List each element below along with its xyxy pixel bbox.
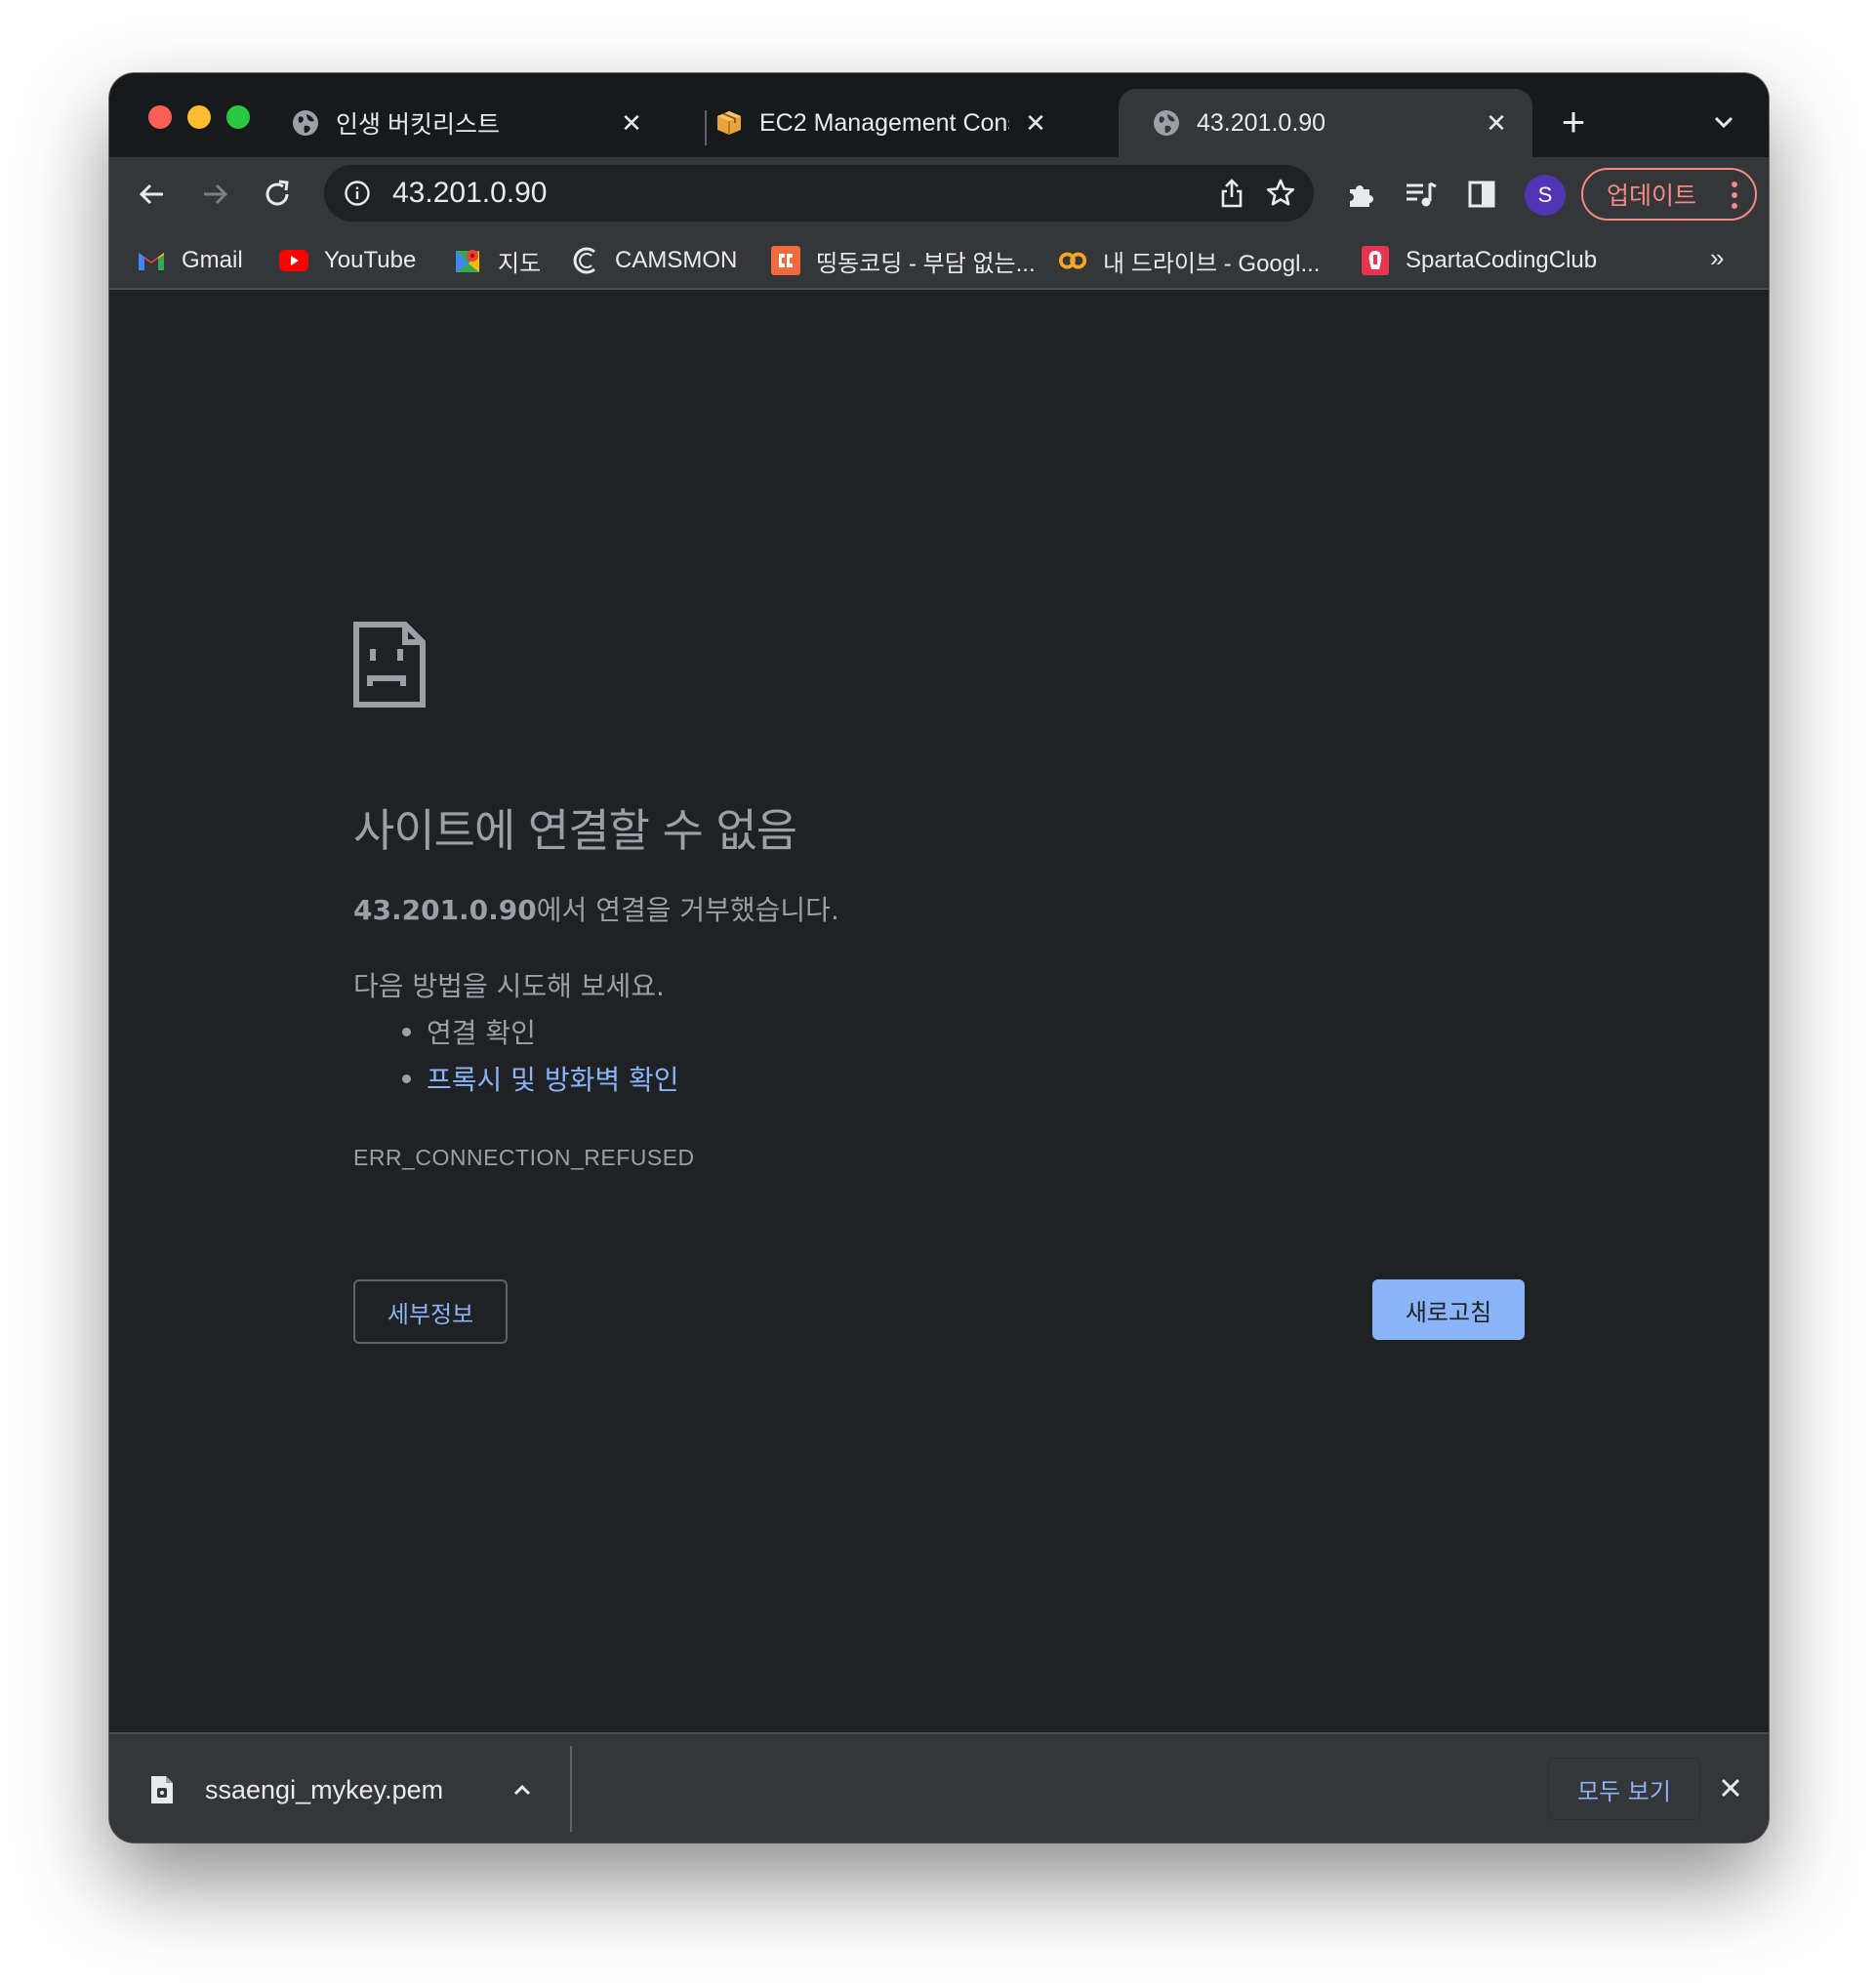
show-all-downloads-button[interactable]: 모두 보기	[1548, 1758, 1700, 1820]
globe-icon	[1152, 108, 1181, 138]
update-button[interactable]: 업데이트	[1581, 168, 1757, 221]
bookmark-label: CAMSMON	[615, 247, 738, 273]
bookmark-ddingdong[interactable]: 띵동코딩 - 부담 없는...	[771, 245, 1036, 277]
close-icon[interactable]	[1716, 1773, 1745, 1803]
error-summary-text: 에서 연결을 거부했습니다.	[536, 894, 839, 926]
camsmon-icon	[570, 246, 599, 275]
back-arrow-icon[interactable]	[133, 175, 172, 214]
minimize-window-button[interactable]	[187, 105, 211, 129]
update-label: 업데이트	[1607, 182, 1697, 210]
drive-icon	[1058, 246, 1087, 275]
ddingdong-icon	[771, 246, 800, 275]
suggestion-check-connection: 연결 확인	[402, 1012, 536, 1051]
bookmark-youtube[interactable]: YouTube	[279, 245, 416, 276]
suggestion-link-text[interactable]: 프록시 및 방화벽 확인	[427, 1059, 679, 1098]
download-file-name: ssaengi_mykey.pem	[205, 1775, 444, 1804]
suggestion-text: 연결 확인	[427, 1017, 536, 1049]
tab-title: EC2 Management Console	[759, 108, 1009, 137]
new-tab-button[interactable]: +	[1554, 101, 1593, 142]
bookmark-camsmon[interactable]: CAMSMON	[570, 245, 737, 276]
browser-window: 인생 버킷리스트 ✕ EC2 Management Console ✕ 43.2…	[109, 73, 1769, 1843]
bookmark-maps[interactable]: 지도	[453, 245, 542, 277]
close-icon[interactable]: ✕	[1019, 106, 1052, 140]
url-text: 43.201.0.90	[392, 177, 548, 209]
error-summary: 43.201.0.90에서 연결을 거부했습니다.	[353, 889, 839, 928]
bookmark-sparta[interactable]: SpartaCodingClub	[1361, 245, 1597, 276]
profile-avatar[interactable]: S	[1525, 175, 1566, 216]
gmail-icon	[137, 246, 166, 275]
tab-search-chevron-icon[interactable]	[1706, 104, 1741, 140]
reload-button[interactable]: 새로고침	[1372, 1279, 1525, 1340]
bullet	[402, 1027, 411, 1036]
suggestion-check-proxy-link[interactable]: 프록시 및 방화벽 확인	[402, 1059, 679, 1098]
bookmark-gmail[interactable]: Gmail	[137, 245, 243, 276]
sparta-icon	[1361, 246, 1390, 275]
extensions-puzzle-icon[interactable]	[1341, 175, 1380, 214]
side-panel-icon[interactable]	[1462, 175, 1501, 214]
chevron-up-icon[interactable]	[510, 1777, 535, 1803]
error-code: ERR_CONNECTION_REFUSED	[353, 1145, 695, 1170]
bookmark-drive[interactable]: 내 드라이브 - Googl...	[1058, 245, 1321, 277]
tab-title: 43.201.0.90	[1197, 108, 1326, 137]
more-vertical-icon	[1732, 182, 1737, 209]
tab-strip: 인생 버킷리스트 ✕ EC2 Management Console ✕ 43.2…	[109, 73, 1769, 157]
bookmark-star-icon[interactable]	[1261, 174, 1300, 213]
media-queue-icon[interactable]	[1402, 175, 1441, 214]
close-icon[interactable]: ✕	[615, 106, 648, 140]
suggestions-heading: 다음 방법을 시도해 보세요.	[353, 970, 665, 1002]
download-item[interactable]: ssaengi_mykey.pem	[109, 1734, 573, 1843]
aws-box-icon	[714, 108, 744, 138]
close-icon[interactable]: ✕	[1480, 106, 1513, 140]
error-host: 43.201.0.90	[353, 894, 537, 926]
fullscreen-window-button[interactable]	[226, 105, 250, 129]
close-window-button[interactable]	[148, 105, 172, 129]
bookmark-label: Gmail	[182, 247, 243, 273]
details-button[interactable]: 세부정보	[353, 1279, 508, 1344]
bookmark-label: 띵동코딩 - 부담 없는...	[816, 250, 1036, 277]
tab-ec2-console[interactable]: EC2 Management Console ✕	[681, 89, 1072, 157]
bookmark-label: 내 드라이브 - Googl...	[1103, 250, 1321, 277]
reload-icon[interactable]	[258, 175, 297, 214]
bullet	[402, 1074, 411, 1083]
tab-bucketlist[interactable]: 인생 버킷리스트 ✕	[258, 89, 668, 157]
bookmark-label: SpartaCodingClub	[1406, 247, 1598, 273]
forward-arrow-icon[interactable]	[195, 175, 234, 214]
bookmark-label: YouTube	[324, 247, 417, 273]
page-content: 사이트에 연결할 수 없음 43.201.0.90에서 연결을 거부했습니다. …	[109, 290, 1769, 1732]
sad-page-icon	[353, 622, 426, 708]
more-bookmarks-chevron-icon[interactable]: »	[1710, 243, 1724, 273]
share-icon[interactable]	[1212, 174, 1251, 213]
bookmark-label: 지도	[498, 250, 542, 277]
shelf-separator	[570, 1746, 572, 1832]
file-icon	[150, 1775, 174, 1804]
bookmarks-bar: Gmail YouTube 지도 CAMSMON 띵동코딩 - 부담 없는...	[109, 231, 1769, 290]
youtube-icon	[279, 246, 308, 275]
globe-icon	[291, 108, 320, 138]
error-title: 사이트에 연결할 수 없음	[353, 804, 797, 857]
download-shelf: ssaengi_mykey.pem 모두 보기	[109, 1732, 1769, 1843]
tab-active-site[interactable]: 43.201.0.90 ✕	[1119, 89, 1532, 157]
maps-icon	[453, 246, 482, 275]
toolbar: 43.201.0.90 S 업데이트	[109, 157, 1769, 231]
address-bar[interactable]: 43.201.0.90	[324, 165, 1314, 222]
info-icon[interactable]	[344, 180, 371, 207]
tab-title: 인생 버킷리스트	[336, 111, 500, 139]
